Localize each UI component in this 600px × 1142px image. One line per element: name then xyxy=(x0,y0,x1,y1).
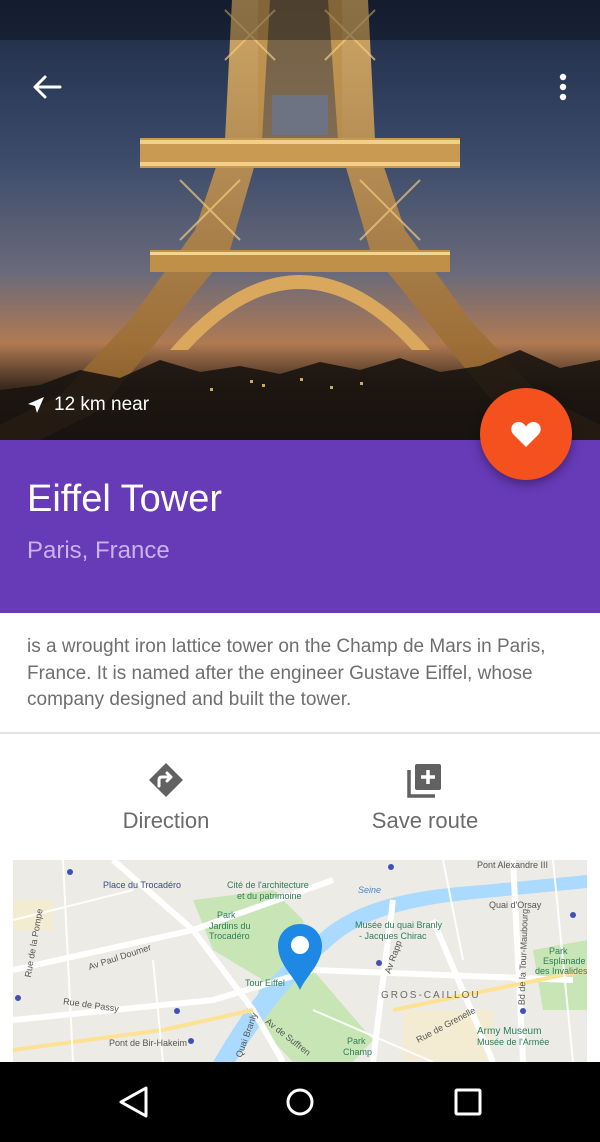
map-label: Esplanade xyxy=(543,956,586,966)
map-label: Pont de Bir-Hakeim xyxy=(109,1038,188,1048)
map-label: Tour Eiffel xyxy=(245,978,285,988)
map-label: Quai d'Orsay xyxy=(489,900,542,910)
map-label: GROS-CAILLOU xyxy=(381,990,481,1001)
map-label: - Jacques Chirac xyxy=(359,931,427,941)
place-description: is a wrought iron lattice tower on the C… xyxy=(27,636,546,710)
map-label: Place du Trocadéro xyxy=(103,880,182,890)
map-label: Musée de l'Armée xyxy=(477,1037,550,1047)
distance-text: 12 km near xyxy=(54,394,150,415)
map-label: des Invalides xyxy=(535,966,587,976)
map-label: Seine xyxy=(358,885,382,895)
divider xyxy=(0,732,600,734)
map-label: Jardins du xyxy=(209,921,251,931)
location-map[interactable]: Pont Alexandre III Place du Trocadéro Ci… xyxy=(13,860,587,1062)
map-label: Musée du quai Branly xyxy=(355,920,443,930)
status-bar xyxy=(0,0,600,40)
map-label: Champ xyxy=(343,1047,373,1057)
library-add-icon xyxy=(405,760,445,800)
map-label: Trocadéro xyxy=(209,931,250,941)
back-button[interactable] xyxy=(24,64,70,110)
direction-button[interactable]: Direction xyxy=(51,760,281,834)
map-label: et du patrimoine xyxy=(237,891,302,901)
hero-image xyxy=(0,0,600,440)
save-route-button[interactable]: Save route xyxy=(310,760,540,834)
save-route-label: Save route xyxy=(371,808,479,833)
system-navigation-bar xyxy=(0,1062,600,1142)
page-title: Eiffel Tower xyxy=(27,478,223,520)
circle-home-icon xyxy=(286,1088,314,1116)
eiffel-tower-photo xyxy=(0,0,600,440)
system-recents-button[interactable] xyxy=(446,1080,490,1124)
map-label: Park xyxy=(549,946,568,956)
map-label: Pont Alexandre III xyxy=(477,860,549,870)
map-label: Army Museum xyxy=(477,1026,542,1037)
directions-icon xyxy=(146,760,186,800)
map-label: Park xyxy=(217,910,236,920)
arrow-left-icon xyxy=(33,75,62,99)
heart-icon xyxy=(511,421,541,447)
favorite-button[interactable] xyxy=(480,388,572,480)
square-recents-icon xyxy=(454,1088,482,1116)
triangle-back-icon xyxy=(119,1086,148,1118)
system-back-button[interactable] xyxy=(111,1080,155,1124)
map-label: Park xyxy=(347,1036,366,1046)
map-label: Cité de l'architecture xyxy=(227,880,309,890)
place-location: Paris, France xyxy=(27,537,170,564)
overflow-menu-button[interactable] xyxy=(540,64,586,110)
more-vert-icon xyxy=(559,73,567,101)
distance-indicator: 12 km near xyxy=(26,394,149,416)
direction-label: Direction xyxy=(122,808,210,833)
navigation-arrow-icon xyxy=(28,397,44,413)
system-home-button[interactable] xyxy=(278,1080,322,1124)
